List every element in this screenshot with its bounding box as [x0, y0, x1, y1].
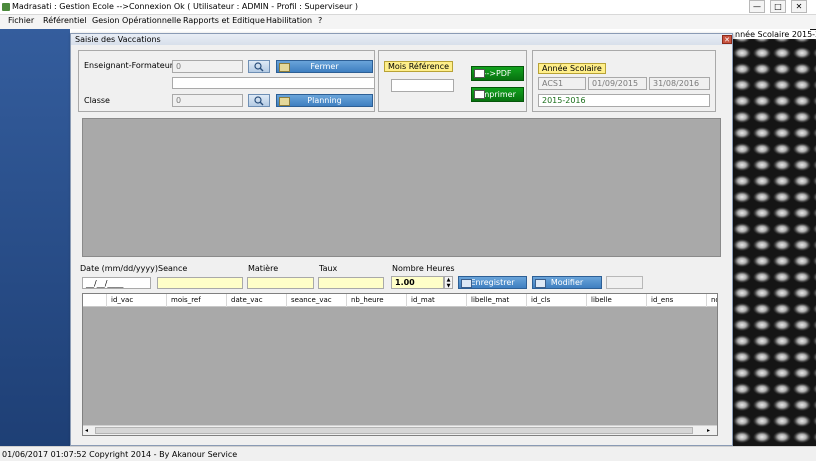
col-separator — [346, 294, 347, 307]
minimize-button[interactable]: — — [749, 0, 765, 13]
classe-label: Classe — [84, 96, 110, 105]
date-label: Date (mm/dd/yyyy) — [80, 264, 158, 273]
col-id-vac[interactable]: id_vac — [111, 296, 133, 304]
matiere-label: Matière — [248, 264, 279, 273]
col-id-cls[interactable]: id_cls — [531, 296, 550, 304]
status-bar: 01/06/2017 01:07:52 Copyright 2014 - By … — [0, 446, 816, 461]
taux-label: Taux — [319, 264, 338, 273]
col-separator — [166, 294, 167, 307]
col-separator — [706, 294, 707, 307]
col-libelle[interactable]: libelle — [591, 296, 612, 304]
background-pattern — [732, 29, 816, 446]
child-titlebar: Saisie des Vaccations ✕ — [71, 34, 732, 45]
mois-reference-label: Mois Référence — [384, 61, 454, 72]
app-icon — [2, 3, 10, 11]
modifier-button[interactable]: Modifier — [532, 276, 602, 289]
enseignant-name-field[interactable] — [172, 77, 375, 89]
enregistrer-label: Enregistrer — [470, 278, 515, 287]
classe-id-field[interactable]: 0 — [172, 94, 243, 107]
seance-field[interactable] — [157, 277, 243, 289]
col-id-ens[interactable]: id_ens — [651, 296, 673, 304]
seance-label: Seance — [158, 264, 188, 273]
col-separator — [646, 294, 647, 307]
selection-group: Enseignant-Formateur 0 Fermer Classe 0 P… — [78, 50, 375, 112]
app-title: Madrasati : Gestion Ecole -->Connexion O… — [12, 2, 358, 11]
edit-icon — [535, 279, 546, 288]
close-button[interactable]: ✕ — [791, 0, 807, 13]
annee-code-field: ACS1 — [538, 77, 586, 90]
planning-button[interactable]: Planning — [276, 94, 373, 107]
annee-scolaire-label: Année Scolaire — [538, 63, 606, 74]
nb-heures-label: Nombre Heures — [392, 264, 455, 273]
pdf-label: -->PDF — [483, 69, 512, 78]
col-separator — [526, 294, 527, 307]
background-left — [0, 29, 70, 446]
pdf-button[interactable]: -->PDF — [471, 66, 524, 81]
col-nb-heure[interactable]: nb_heure — [351, 296, 384, 304]
col-separator — [286, 294, 287, 307]
annee-libelle-field: 2015-2016 — [538, 94, 710, 107]
nb-heures-spinner[interactable]: ▲ ▼ — [444, 276, 453, 289]
col-date-vac[interactable]: date_vac — [231, 296, 263, 304]
status-text: 01/06/2017 01:07:52 Copyright 2014 - By … — [2, 450, 238, 459]
pdf-icon — [474, 69, 485, 78]
mois-reference-field[interactable] — [391, 79, 454, 92]
child-title: Saisie des Vaccations — [75, 35, 161, 44]
scroll-thumb[interactable] — [95, 427, 693, 434]
grid-header: id_vac mois_ref date_vac seance_vac nb_h… — [83, 294, 717, 307]
nb-heures-field[interactable]: 1.00 — [391, 276, 444, 289]
classe-search-button[interactable] — [248, 94, 270, 107]
planning-label: Planning — [307, 96, 342, 105]
grid-icon — [279, 63, 290, 72]
printer-icon — [474, 90, 485, 99]
vacations-window: Saisie des Vaccations ✕ Enseignant-Forma… — [70, 33, 733, 446]
enseignant-search-button[interactable] — [248, 60, 270, 73]
menu-gesion-operationnelle[interactable]: Gesion Opérationnelle — [92, 16, 181, 25]
annee-scolaire-group: Année Scolaire ACS1 01/09/2015 31/08/201… — [532, 50, 716, 112]
scroll-left-icon[interactable]: ◂ — [85, 427, 88, 434]
matiere-field[interactable] — [247, 277, 314, 289]
annee-debut-field: 01/09/2015 — [588, 77, 647, 90]
col-libelle-mat[interactable]: libelle_mat — [471, 296, 509, 304]
col-id-mat[interactable]: id_mat — [411, 296, 435, 304]
col-separator — [226, 294, 227, 307]
scroll-right-icon[interactable]: ▸ — [707, 427, 710, 434]
app-titlebar: Madrasati : Gestion Ecole -->Connexion O… — [0, 0, 816, 15]
menu-referentiel[interactable]: Référentiel — [43, 16, 86, 25]
annee-fin-field: 31/08/2016 — [649, 77, 710, 90]
search-icon — [254, 62, 264, 72]
col-seance-vac[interactable]: seance_vac — [291, 296, 332, 304]
enseignant-id-field[interactable]: 0 — [172, 60, 243, 73]
grid-horizontal-scrollbar[interactable]: ◂ ▸ — [83, 425, 717, 435]
mois-reference-group: Mois Référence -->PDF Imprimer — [378, 50, 527, 112]
school-year-tag: nnée Scolaire 2015-2016 — [733, 30, 816, 39]
child-close-icon[interactable]: ✕ — [722, 35, 732, 44]
enregistrer-button[interactable]: Enregistrer — [458, 276, 527, 289]
disabled-button — [606, 276, 643, 289]
menu-help[interactable]: ? — [318, 16, 322, 25]
menu-habilitation[interactable]: Habilitation — [266, 16, 312, 25]
col-mois-ref[interactable]: mois_ref — [171, 296, 201, 304]
menu-bar: Fichier Référentiel Gesion Opérationnell… — [0, 15, 816, 29]
menu-rapports-editique[interactable]: Rapports et Editique — [183, 16, 265, 25]
modifier-label: Modifier — [550, 278, 584, 287]
vacations-grid[interactable]: id_vac mois_ref date_vac seance_vac nb_h… — [82, 293, 718, 436]
calendar-icon — [279, 97, 290, 106]
save-icon — [461, 279, 472, 288]
search-icon — [254, 96, 264, 106]
col-separator — [586, 294, 587, 307]
fermer-label: Fermer — [310, 62, 339, 71]
planning-panel — [82, 118, 721, 257]
enseignant-label: Enseignant-Formateur — [84, 61, 174, 70]
col-separator — [406, 294, 407, 307]
taux-field[interactable] — [318, 277, 384, 289]
col-separator — [466, 294, 467, 307]
date-field[interactable]: __/__/____ — [82, 277, 151, 289]
col-no[interactable]: no — [711, 296, 717, 304]
fermer-button[interactable]: Fermer — [276, 60, 373, 73]
menu-fichier[interactable]: Fichier — [8, 16, 34, 25]
maximize-button[interactable]: □ — [770, 0, 786, 13]
imprimer-button[interactable]: Imprimer — [471, 87, 524, 102]
col-separator — [106, 294, 107, 307]
